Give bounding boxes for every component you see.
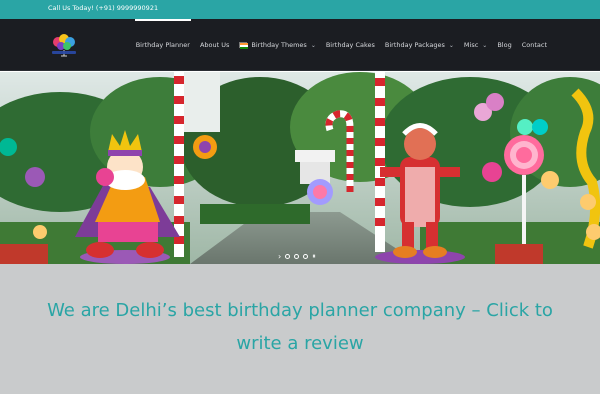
nav-contact[interactable]: Contact	[517, 19, 552, 71]
bottom-strip	[0, 394, 600, 400]
nav-blog[interactable]: Blog	[492, 19, 516, 71]
site-logo[interactable]	[48, 32, 80, 58]
chevron-down-icon: ⌄	[482, 41, 488, 49]
nav-label: Contact	[521, 41, 547, 49]
nav-birthday-cakes[interactable]: Birthday Cakes	[321, 19, 380, 71]
nav-label: Birthday Cakes	[325, 41, 375, 49]
chevron-down-icon: ⌄	[310, 41, 316, 49]
nav-label: Birthday Packages	[384, 41, 445, 49]
top-bar: Call Us Today! (+91) 9999990921	[0, 0, 600, 19]
slider-dot[interactable]	[294, 254, 300, 259]
hero-slider-image[interactable]	[0, 72, 600, 264]
main-header: Birthday Planner About Us Birthday Theme…	[0, 19, 600, 71]
flag-icon	[239, 42, 249, 49]
nav-label: About Us	[199, 41, 230, 49]
main-menu: Birthday Planner About Us Birthday Theme…	[131, 19, 552, 71]
slider-dot[interactable]	[285, 254, 291, 259]
review-cta-section: We are Delhi’s best birthday planner com…	[0, 264, 600, 394]
nav-birthday-planner[interactable]: Birthday Planner	[131, 19, 195, 71]
review-cta-link[interactable]: We are Delhi’s best birthday planner com…	[40, 294, 560, 360]
slider-dot[interactable]	[303, 254, 309, 259]
pause-icon[interactable]: ⏸	[312, 252, 316, 261]
nav-label: Birthday Themes	[251, 41, 307, 49]
nav-label: Misc	[463, 41, 479, 49]
slider-controls: › ⏸	[278, 252, 316, 261]
nav-birthday-themes[interactable]: Birthday Themes ⌄	[234, 19, 320, 71]
nav-about-us[interactable]: About Us	[195, 19, 234, 71]
chevron-down-icon: ⌄	[448, 41, 454, 49]
next-arrow-icon[interactable]: ›	[278, 252, 281, 261]
nav-birthday-packages[interactable]: Birthday Packages ⌄	[380, 19, 459, 71]
nav-label: Birthday Planner	[135, 41, 190, 49]
call-us-text[interactable]: Call Us Today! (+91) 9999990921	[48, 4, 158, 12]
nav-label: Blog	[497, 41, 512, 49]
nav-misc[interactable]: Misc ⌄	[459, 19, 492, 71]
